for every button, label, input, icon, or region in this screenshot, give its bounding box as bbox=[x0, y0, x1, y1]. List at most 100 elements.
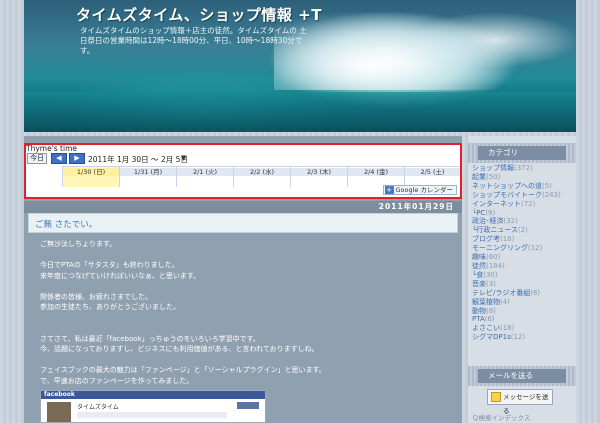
post-paragraph: 今日でPTAの「サタスタ」も終わりました。 bbox=[40, 261, 179, 269]
mail-heading: メールを送る bbox=[478, 369, 566, 383]
sidebar-bottom-label: Ｑ検索インデックス bbox=[472, 414, 531, 422]
category-item[interactable]: ネットショップへの道(5) bbox=[472, 182, 576, 191]
category-count: (72) bbox=[521, 199, 536, 208]
calendar-day-cell[interactable]: 2/5 (土) bbox=[404, 167, 460, 187]
category-name[interactable]: ネットショップへの道 bbox=[472, 182, 542, 190]
category-count: (12) bbox=[510, 333, 526, 342]
category-item[interactable]: シグマDP1s(12) bbox=[472, 333, 576, 342]
calendar-next-button[interactable]: ▶ bbox=[69, 153, 85, 164]
category-name[interactable]: └PC bbox=[472, 209, 485, 217]
calendar-day-cell[interactable]: 1/30 (日) bbox=[62, 167, 119, 187]
category-count: (18) bbox=[500, 324, 515, 333]
calendar-day-label: 2/4 (金) bbox=[348, 168, 404, 176]
category-count: (9) bbox=[485, 208, 496, 217]
category-count: (18) bbox=[500, 235, 515, 244]
category-name[interactable]: 政治･経済 bbox=[472, 217, 504, 225]
calendar-day-label: 1/31 (月) bbox=[120, 168, 176, 176]
calendar-dropdown-icon[interactable]: ▼ bbox=[181, 154, 186, 162]
category-item[interactable]: 政治･経済(32) bbox=[472, 217, 576, 226]
category-name[interactable]: 趣味 bbox=[472, 253, 486, 261]
category-count: (6) bbox=[484, 315, 495, 324]
calendar-day-cell[interactable]: 2/2 (水) bbox=[233, 167, 290, 187]
category-item[interactable]: 起業(50) bbox=[472, 173, 576, 182]
category-name[interactable]: 動物 bbox=[472, 307, 486, 315]
category-name[interactable]: 観葉植物 bbox=[472, 298, 500, 306]
category-item[interactable]: PTA(6) bbox=[472, 315, 576, 324]
calendar-day-cell[interactable]: 2/4 (金) bbox=[347, 167, 404, 187]
post-paragraph: 来年度につなげていければいいなぁ、と思います。 bbox=[40, 271, 201, 280]
category-name[interactable]: インターネット bbox=[472, 200, 521, 208]
post-title[interactable]: ご無 さたでい。 bbox=[35, 218, 97, 230]
category-item[interactable]: ブログ考(18) bbox=[472, 235, 576, 244]
category-item[interactable]: 趣味(60) bbox=[472, 253, 576, 262]
category-count: (30) bbox=[483, 270, 498, 279]
category-item[interactable]: よさこい(18) bbox=[472, 324, 576, 333]
category-item[interactable]: ショップ情報(372) bbox=[472, 164, 576, 173]
category-name[interactable]: 起業 bbox=[472, 173, 486, 181]
category-item[interactable]: モーニングリング(12) bbox=[472, 244, 576, 253]
category-count: (50) bbox=[486, 172, 501, 181]
category-count: (4) bbox=[500, 297, 510, 306]
category-name[interactable]: └食 bbox=[472, 271, 483, 279]
category-name[interactable]: ショップモバイトーク bbox=[472, 191, 542, 199]
calendar-day-label: 1/30 (日) bbox=[63, 168, 119, 176]
google-calendar-widget: Thyme's time 今日 ◀ ▶ 2011年 1月 30日 ～ 2月 5日… bbox=[24, 143, 462, 199]
facebook-profile-thumbnail bbox=[47, 402, 71, 422]
facebook-top-bar: facebook bbox=[41, 391, 265, 399]
category-name[interactable]: よさこい bbox=[472, 324, 500, 332]
category-item[interactable]: 観葉植物(4) bbox=[472, 298, 576, 307]
category-item[interactable]: 徒然(184) bbox=[472, 262, 576, 271]
category-item[interactable]: ショップモバイトーク(243) bbox=[472, 191, 576, 200]
category-name[interactable]: └行政ニュース bbox=[472, 226, 518, 234]
post-paragraph: さてさて、私は最近「facebook」っちゅうのをいろいろ学習中です。 bbox=[40, 334, 260, 343]
category-name[interactable]: モーニングリング bbox=[472, 244, 528, 252]
post-body: ご無沙汰しちょります。 今日でPTAの「サタスタ」も終わりました。 来年度につな… bbox=[40, 239, 440, 386]
category-count: (6) bbox=[530, 288, 541, 297]
sidebar-mail-header: メールを送る bbox=[468, 366, 576, 386]
category-count: (184) bbox=[486, 261, 505, 270]
post-spacer bbox=[40, 281, 440, 292]
google-calendar-label: Google カレンダー bbox=[395, 186, 454, 194]
post-paragraph: 参加の生徒たち、ありがとうございました。 bbox=[40, 303, 180, 311]
category-item[interactable]: 音楽(3) bbox=[472, 280, 576, 289]
category-name[interactable]: シグマDP1s bbox=[472, 333, 511, 341]
category-name[interactable]: ショップ情報 bbox=[472, 164, 514, 172]
category-list: ショップ情報(372) 起業(50) ネットショップへの道(5) ショップモバイ… bbox=[472, 164, 576, 342]
send-message-button[interactable]: メッセージを送る bbox=[487, 389, 553, 415]
calendar-date-range: 2011年 1月 30日 ～ 2月 5日 bbox=[88, 155, 188, 164]
post-spacer bbox=[40, 323, 440, 334]
calendar-week-grid: 1/30 (日) 1/31 (月) 2/1 (火) 2/2 (水) 2/3 (木… bbox=[62, 166, 460, 187]
google-calendar-badge[interactable]: + Google カレンダー bbox=[382, 185, 457, 195]
category-item[interactable]: └食(30) bbox=[472, 271, 576, 280]
category-item[interactable]: └行政ニュース(2) bbox=[472, 226, 576, 235]
calendar-day-label: 2/2 (水) bbox=[234, 168, 290, 176]
calendar-day-cell[interactable]: 1/31 (月) bbox=[119, 167, 176, 187]
calendar-today-button[interactable]: 今日 bbox=[27, 153, 47, 164]
facebook-tab-bar bbox=[77, 412, 227, 418]
category-item[interactable]: 動物(8) bbox=[472, 307, 576, 316]
facebook-page-name: タイムズタイム bbox=[77, 404, 119, 411]
site-title[interactable]: タイムズタイム、ショップ情報 +T bbox=[76, 4, 322, 25]
category-count: (2) bbox=[517, 226, 528, 235]
category-name[interactable]: 音楽 bbox=[472, 280, 486, 288]
category-item[interactable]: インターネット(72) bbox=[472, 200, 576, 209]
category-name[interactable]: PTA bbox=[472, 315, 485, 323]
post-paragraph: フェイスブックの最大の魅力は「ファンページ」と「ソーシャルプラグイン」と思います… bbox=[40, 366, 326, 374]
facebook-page-screenshot[interactable]: facebook タイムズタイム bbox=[40, 390, 266, 423]
calendar-day-cell[interactable]: 2/3 (木) bbox=[290, 167, 347, 187]
category-name[interactable]: テレビ/ラジオ番組 bbox=[472, 289, 530, 297]
calendar-day-label: 2/3 (木) bbox=[291, 168, 347, 176]
post-paragraph: ご無沙汰しちょります。 bbox=[40, 240, 117, 248]
calendar-prev-button[interactable]: ◀ bbox=[51, 153, 67, 164]
categories-heading: カテゴリ bbox=[478, 146, 566, 160]
category-count: (243) bbox=[542, 190, 561, 199]
category-name[interactable]: ブログ考 bbox=[472, 235, 500, 243]
category-count: (5) bbox=[542, 181, 552, 190]
post-spacer bbox=[40, 313, 440, 324]
category-item[interactable]: テレビ/ラジオ番組(6) bbox=[472, 289, 576, 298]
calendar-day-cell[interactable]: 2/1 (火) bbox=[176, 167, 233, 187]
facebook-like-button bbox=[237, 402, 259, 409]
category-name[interactable]: 徒然 bbox=[472, 262, 486, 270]
envelope-icon bbox=[491, 392, 501, 402]
post-spacer bbox=[40, 355, 440, 366]
